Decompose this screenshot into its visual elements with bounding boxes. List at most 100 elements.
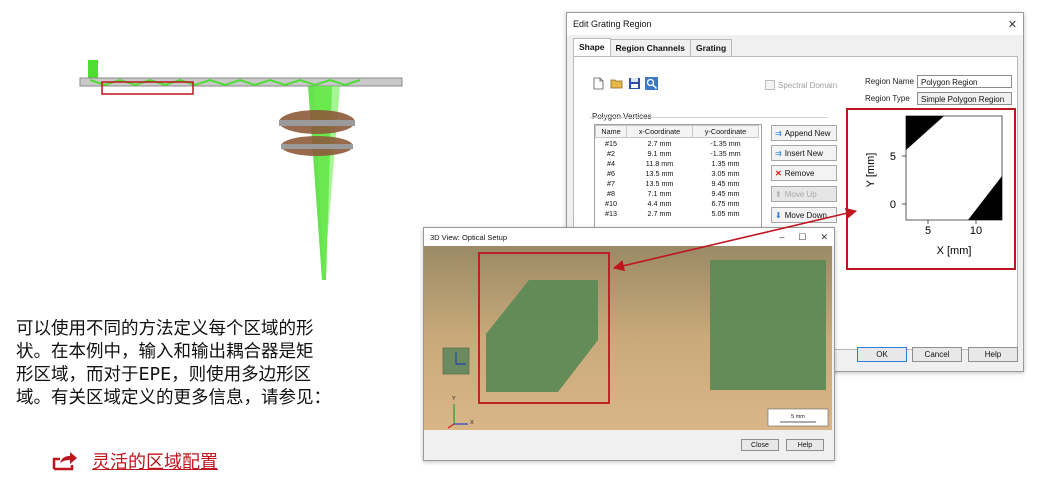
flexible-region-config-link[interactable]: 灵活的区域配置 — [92, 448, 218, 474]
z-axis-indicator — [447, 423, 455, 429]
vertex-name-cell[interactable]: #7 — [596, 178, 627, 188]
region-name-field[interactable]: Polygon Region — [917, 75, 1012, 88]
region-type-label: Region Type — [865, 94, 910, 103]
y-tick-label: 5 — [890, 151, 896, 163]
3d-view-window: 3D View: Optical Setup – ☐ ✕ Y X 5 mm Cl… — [423, 227, 835, 461]
lens-2-edge — [281, 144, 353, 149]
vertex-table: Name x-Coordinate y-Coordinate #15 2.7 mm… — [595, 125, 759, 218]
y-coordinate-cell[interactable]: 5.05 mm — [693, 208, 759, 218]
3d-view-titlebar: 3D View: Optical Setup – ☐ ✕ — [424, 228, 834, 246]
insert-label: Insert New — [784, 148, 823, 158]
x-coordinate-cell[interactable]: 13.5 mm — [627, 168, 693, 178]
tab-shape[interactable]: Shape — [573, 38, 611, 57]
vertex-name-cell[interactable]: #4 — [596, 158, 627, 168]
x-coordinate-cell[interactable]: 2.7 mm — [627, 138, 693, 149]
open-folder-icon[interactable] — [610, 77, 623, 90]
table-header-row: Name x-Coordinate y-Coordinate — [595, 125, 759, 138]
spectral-domain-option: Spectral Domain — [765, 80, 837, 90]
table-row[interactable]: #10 4.4 mm 6.75 mm — [596, 198, 759, 208]
x-coordinate-cell[interactable]: 2.7 mm — [627, 208, 693, 218]
new-file-icon[interactable] — [592, 77, 605, 90]
zoom-icon[interactable] — [645, 77, 658, 90]
y-coordinate-cell[interactable]: -1.35 mm — [693, 138, 759, 149]
description-line: 域。有关区域定义的更多信息，请参见： — [16, 388, 331, 408]
x-coordinate-cell[interactable]: 7.1 mm — [627, 188, 693, 198]
table-row[interactable]: #8 7.1 mm 9.45 mm — [596, 188, 759, 198]
remove-x-icon: ✕ — [775, 168, 782, 178]
lens-1-edge — [279, 120, 355, 126]
remove-button[interactable]: ✕ Remove — [771, 165, 837, 181]
polygon-preview-plot: 5 10 0 5 X [mm] Y [mm] — [846, 108, 1016, 270]
vertex-name-cell[interactable]: #10 — [596, 198, 627, 208]
table-row[interactable]: #7 13.5 mm 9.45 mm — [596, 178, 759, 188]
maximize-icon[interactable]: ☐ — [798, 232, 806, 243]
close-button[interactable]: Close — [741, 439, 779, 451]
cancel-button[interactable]: Cancel — [912, 347, 962, 362]
vertex-name-cell[interactable]: #6 — [596, 168, 627, 178]
insert-icon: ⇉ — [775, 148, 782, 158]
x-tick-label: 10 — [970, 225, 982, 237]
ok-button[interactable]: OK — [857, 347, 907, 362]
polygon-grating-region — [486, 280, 598, 392]
y-axis-letter: Y — [452, 396, 456, 402]
vertex-name-cell[interactable]: #8 — [596, 188, 627, 198]
table-row[interactable]: #13 2.7 mm 5.05 mm — [596, 208, 759, 218]
vertex-table-container: Name x-Coordinate y-Coordinate #15 2.7 mm… — [594, 124, 762, 242]
x-coordinate-cell[interactable]: 11.8 mm — [627, 158, 693, 168]
link-row: 灵活的区域配置 — [52, 447, 218, 475]
remove-label: Remove — [784, 168, 815, 178]
x-coordinate-cell[interactable]: 13.5 mm — [627, 178, 693, 188]
scale-bar-label: 5 mm — [791, 414, 805, 420]
y-coordinate-cell[interactable]: 9.45 mm — [693, 188, 759, 198]
output-coupler-region — [710, 260, 826, 390]
move-down-button[interactable]: ⬇ Move Down — [771, 207, 837, 223]
vertex-name-cell[interactable]: #13 — [596, 208, 627, 218]
y-coordinate-cell[interactable]: -1.35 mm — [693, 148, 759, 158]
append-label: Append New — [784, 128, 831, 138]
y-coordinate-cell[interactable]: 9.45 mm — [693, 178, 759, 188]
input-beam — [88, 60, 98, 80]
window-controls: – ☐ ✕ — [779, 232, 828, 243]
move-down-label: Move Down — [784, 210, 827, 220]
x-axis-letter: X — [470, 420, 474, 426]
dialog-title: Edit Grating Region — [573, 19, 652, 29]
table-row[interactable]: #15 2.7 mm -1.35 mm — [596, 138, 759, 149]
3d-viewport-svg: Y X 5 mm — [442, 252, 829, 429]
region-type-field[interactable]: Simple Polygon Region — [917, 92, 1012, 105]
move-up-label: Move Up — [784, 189, 817, 199]
col-y-header[interactable]: y-Coordinate — [692, 125, 759, 138]
x-coordinate-cell[interactable]: 4.4 mm — [627, 198, 693, 208]
table-row[interactable]: #2 9.1 mm -1.35 mm — [596, 148, 759, 158]
description-line: 状。在本例中，输入和输出耦合器是矩 — [16, 342, 314, 362]
polygon-preview-svg: 5 10 0 5 X [mm] Y [mm] — [865, 115, 1003, 257]
y-coordinate-cell[interactable]: 6.75 mm — [693, 198, 759, 208]
vertex-name-cell[interactable]: #2 — [596, 148, 627, 158]
minimize-icon[interactable]: – — [779, 232, 784, 243]
spectral-domain-label: Spectral Domain — [778, 80, 838, 90]
y-tick-label: 0 — [890, 199, 896, 211]
insert-new-button[interactable]: ⇉ Insert New — [771, 145, 837, 161]
region-name-label: Region Name — [865, 77, 914, 86]
spectral-domain-checkbox[interactable] — [765, 80, 775, 90]
down-arrow-icon: ⬇ — [775, 210, 782, 220]
save-icon[interactable] — [628, 77, 641, 90]
y-coordinate-cell[interactable]: 1.35 mm — [693, 158, 759, 168]
help-button[interactable]: Help — [968, 347, 1018, 362]
help-button[interactable]: Help — [786, 439, 824, 451]
x-coordinate-cell[interactable]: 9.1 mm — [627, 148, 693, 158]
append-icon: ⇉ — [775, 128, 782, 138]
3d-viewport[interactable]: Y X 5 mm — [424, 246, 832, 430]
append-new-button[interactable]: ⇉ Append New — [771, 125, 837, 141]
table-row[interactable]: #6 13.5 mm 3.05 mm — [596, 168, 759, 178]
close-icon[interactable]: ✕ — [820, 232, 828, 243]
x-tick-label: 5 — [925, 225, 931, 237]
move-up-button[interactable]: ⬆ Move Up — [771, 186, 837, 202]
close-icon[interactable]: ✕ — [1008, 18, 1017, 31]
col-name-header[interactable]: Name — [595, 125, 627, 138]
table-row[interactable]: #4 11.8 mm 1.35 mm — [596, 158, 759, 168]
description-text: 可以使用不同的方法定义每个区域的形 状。在本例中，输入和输出耦合器是矩 形区域，… — [16, 318, 416, 410]
optical-setup-illustration — [79, 60, 403, 280]
y-coordinate-cell[interactable]: 3.05 mm — [693, 168, 759, 178]
col-x-header[interactable]: x-Coordinate — [626, 125, 693, 138]
vertex-name-cell[interactable]: #15 — [596, 138, 627, 149]
